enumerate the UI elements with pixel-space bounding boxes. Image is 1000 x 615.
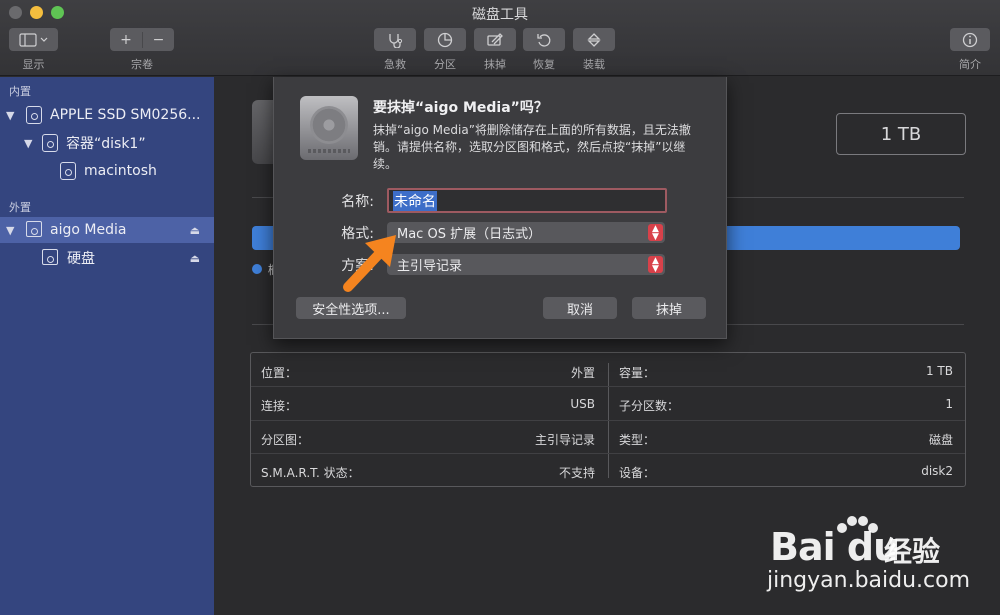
view-button[interactable]	[9, 28, 58, 51]
info-value: 外置	[570, 366, 595, 380]
sidebar-item-aigo-media[interactable]: ▼ aigo Media ⏏	[0, 217, 214, 243]
name-field[interactable]: 未命名	[387, 188, 667, 213]
volume-label: 宗卷	[131, 58, 153, 71]
sidebar-item-harddisk[interactable]: 硬盘 ⏏	[0, 245, 214, 271]
remove-volume-icon[interactable]: −	[142, 31, 174, 48]
info-key: 子分区数：	[619, 399, 680, 413]
volume-icon	[42, 249, 58, 265]
sidebar: 内置 ▼ APPLE SSD SM0256... ▼ 容器“disk1” mac…	[0, 77, 214, 615]
view-label: 显示	[22, 58, 45, 71]
info-key: 分区图：	[261, 433, 310, 447]
eject-icon[interactable]: ⏏	[190, 224, 200, 237]
chevron-updown-icon: ▲ ▼	[648, 224, 663, 242]
first-aid-button[interactable]	[374, 28, 416, 51]
disclosure-triangle-icon[interactable]: ▼	[6, 109, 14, 122]
sidebar-item-label: 硬盘	[67, 251, 95, 267]
restore-button[interactable]	[523, 28, 565, 51]
format-value: Mac OS 扩展（日志式）	[397, 227, 542, 242]
restore-label: 恢复	[533, 58, 555, 71]
row-separator	[251, 386, 965, 387]
info-value: 不支持	[558, 466, 595, 480]
volume-buttons: + −	[110, 28, 174, 51]
info-key: 位置：	[261, 366, 298, 380]
window-toolbar: 磁盘工具 显示 + − 宗卷 急救 分区 抹掉 恢复 装载 简介	[0, 0, 1000, 76]
erase-button[interactable]: 抹掉	[632, 297, 706, 319]
eraser-icon	[487, 32, 503, 46]
sidebar-item-macintosh[interactable]: macintosh	[0, 158, 214, 184]
info-button[interactable]	[950, 28, 990, 51]
sidebar-item-label: APPLE SSD SM0256...	[50, 107, 201, 123]
info-value: 磁盘	[928, 433, 953, 447]
erase-toolbar-label: 抹掉	[484, 58, 506, 71]
info-label: 简介	[959, 58, 981, 71]
security-options-button[interactable]: 安全性选项...	[296, 297, 406, 319]
add-volume-icon[interactable]: +	[110, 32, 142, 48]
disclosure-triangle-icon[interactable]: ▼	[6, 224, 14, 237]
sidebar-item-label: aigo Media	[50, 222, 127, 238]
internal-disk-icon	[26, 106, 42, 124]
row-separator	[251, 420, 965, 421]
info-key: 连接：	[261, 399, 298, 413]
info-value: disk2	[921, 464, 953, 478]
jingyan-watermark: 经验	[884, 535, 941, 568]
stethoscope-icon	[389, 33, 403, 48]
info-key: 容量：	[619, 366, 656, 380]
legend-dot	[252, 264, 262, 274]
external-header: 外置	[9, 201, 31, 214]
partition-label: 分区	[434, 58, 456, 71]
sidebar-item-label: 容器“disk1”	[66, 136, 146, 152]
external-disk-icon	[26, 221, 42, 237]
info-table: 位置： 外置 连接： USB 分区图： 主引导记录 S.M.A.R.T. 状态：…	[250, 352, 966, 487]
info-key: S.M.A.R.T. 状态：	[261, 466, 360, 480]
cancel-button[interactable]: 取消	[543, 297, 617, 319]
baidu-watermark-logo: Bai du	[770, 525, 900, 569]
name-label: 名称:	[341, 194, 374, 210]
volume-icon	[60, 162, 76, 180]
info-value: 1 TB	[925, 364, 953, 378]
format-select[interactable]: Mac OS 扩展（日志式） ▲ ▼	[387, 222, 665, 243]
erase-toolbar-button[interactable]	[474, 28, 516, 51]
dialog-title: 要抹掉“aigo Media”吗？	[373, 100, 548, 116]
mount-label: 装载	[583, 58, 605, 71]
window-title: 磁盘工具	[472, 7, 528, 23]
sidebar-item-container[interactable]: ▼ 容器“disk1”	[0, 130, 214, 156]
hard-drive-icon	[300, 96, 358, 160]
internal-header: 内置	[9, 85, 31, 98]
row-separator	[251, 453, 965, 454]
chevron-updown-icon: ▲ ▼	[648, 256, 663, 274]
info-key: 设备：	[619, 466, 656, 480]
container-icon	[42, 134, 58, 152]
sidebar-toggle-icon	[18, 32, 47, 47]
mount-button[interactable]	[573, 28, 615, 51]
info-value: USB	[570, 397, 595, 411]
dialog-description: 抹掉“aigo Media”将删除储存在上面的所有数据，且无法撤销。请提供名称，…	[373, 123, 691, 171]
erase-dialog: 要抹掉“aigo Media”吗？ 抹掉“aigo Media”将删除储存在上面…	[273, 77, 727, 339]
watermark-url: jingyan.baidu.com	[767, 568, 971, 593]
info-icon	[962, 32, 978, 47]
sidebar-item-apple-ssd[interactable]: ▼ APPLE SSD SM0256...	[0, 102, 214, 128]
restore-icon	[537, 33, 551, 47]
annotation-arrow-icon	[343, 235, 396, 292]
info-value: 主引导记录	[534, 433, 595, 447]
capacity-box: 1 TB	[836, 113, 966, 155]
eject-icon[interactable]: ⏏	[190, 252, 200, 265]
mount-icon	[587, 32, 601, 47]
first-aid-label: 急救	[384, 58, 406, 71]
partition-button[interactable]	[424, 28, 466, 51]
scheme-select[interactable]: 主引导记录 ▲ ▼	[387, 254, 665, 275]
info-value: 1	[945, 397, 953, 411]
pie-chart-icon	[437, 32, 453, 47]
info-key: 类型：	[619, 433, 656, 447]
sidebar-item-label: macintosh	[84, 163, 157, 179]
name-value: 未命名	[393, 190, 437, 211]
disclosure-triangle-icon[interactable]: ▼	[24, 137, 32, 150]
